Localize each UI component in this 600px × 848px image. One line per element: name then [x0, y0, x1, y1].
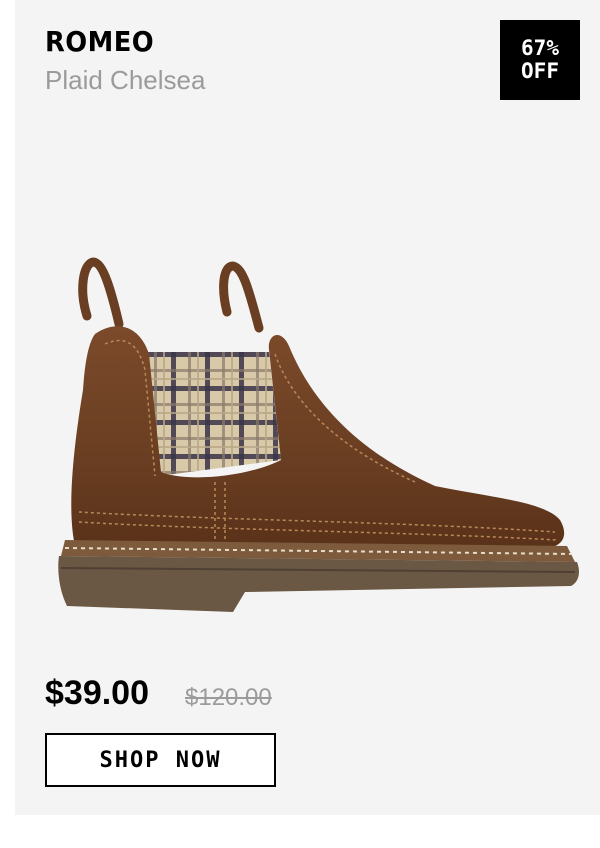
brand-name: ROMEO	[45, 25, 155, 58]
discount-badge: 67% OFF	[500, 20, 580, 100]
discount-percent: 67%	[521, 35, 559, 60]
product-card[interactable]: ROMEO Plaid Chelsea 67% OFF $39.00 $120.…	[15, 0, 600, 815]
discount-label: OFF	[521, 59, 559, 83]
product-name: Plaid Chelsea	[45, 65, 206, 95]
original-price: $120.00	[185, 684, 272, 711]
chelsea-boot-image[interactable]	[35, 250, 590, 620]
sale-price: $39.00	[45, 674, 149, 712]
shop-now-button[interactable]: SHOP NOW	[45, 733, 276, 787]
